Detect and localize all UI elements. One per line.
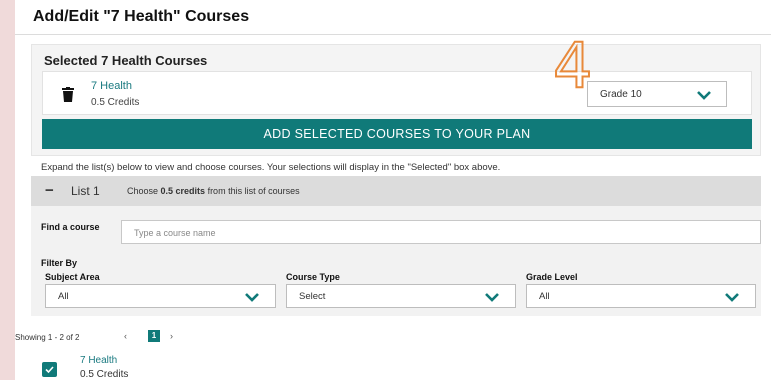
subject-area-label: Subject Area — [45, 272, 100, 282]
result-course-credits: 0.5 Credits — [80, 369, 129, 380]
prev-page-button[interactable]: ‹ — [124, 331, 127, 341]
showing-count: Showing 1 - 2 of 2 — [15, 333, 80, 342]
filter-by-label: Filter By — [41, 258, 78, 268]
find-course-input[interactable]: Type a course name — [121, 220, 761, 244]
course-list-panel: − List 1 Choose 0.5 credits from this li… — [31, 176, 761, 316]
subject-area-select[interactable]: All — [45, 284, 276, 308]
page-title: Add/Edit "7 Health" Courses — [33, 8, 250, 25]
chevron-down-icon — [485, 293, 499, 302]
grade-level-value: All — [539, 291, 550, 302]
list-header[interactable]: − List 1 Choose 0.5 credits from this li… — [31, 176, 761, 206]
collapse-icon[interactable]: − — [45, 182, 54, 199]
course-type-value: Select — [299, 291, 326, 302]
title-divider — [15, 34, 771, 35]
page-frame: Add/Edit "7 Health" Courses Selected 7 H… — [15, 0, 771, 380]
result-course-name[interactable]: 7 Health — [80, 355, 117, 366]
selected-courses-title: Selected 7 Health Courses — [44, 53, 208, 68]
course-type-select[interactable]: Select — [286, 284, 516, 308]
find-course-label: Find a course — [41, 222, 100, 232]
chevron-down-icon — [697, 91, 711, 100]
course-type-label: Course Type — [286, 272, 340, 282]
grade-select[interactable]: Grade 10 — [587, 81, 727, 107]
grade-level-select[interactable]: All — [526, 284, 756, 308]
trash-icon[interactable] — [61, 87, 75, 103]
instructions-text: Expand the list(s) below to view and cho… — [41, 162, 501, 173]
course-checkbox[interactable] — [42, 362, 57, 377]
find-course-placeholder: Type a course name — [134, 228, 216, 238]
chevron-down-icon — [245, 293, 259, 302]
grade-level-label: Grade Level — [526, 272, 578, 282]
selected-course-name[interactable]: 7 Health — [91, 80, 132, 92]
selected-courses-box: Selected 7 Health Courses 7 Health 0.5 C… — [31, 34, 761, 156]
chevron-down-icon — [725, 293, 739, 302]
annotation-number: 4 — [552, 29, 593, 102]
list-label: List 1 — [71, 184, 100, 198]
grade-select-value: Grade 10 — [600, 89, 642, 100]
next-page-button[interactable]: › — [170, 331, 173, 341]
selected-course-card: 7 Health 0.5 Credits Grade 10 — [42, 71, 752, 115]
subject-area-value: All — [58, 291, 69, 302]
selected-course-credits: 0.5 Credits — [91, 97, 140, 108]
list-instructions: Choose 0.5 credits from this list of cou… — [127, 186, 300, 196]
add-selected-courses-button[interactable]: ADD SELECTED COURSES TO YOUR PLAN — [42, 119, 752, 149]
checkmark-icon — [45, 366, 54, 374]
page-1-button[interactable]: 1 — [148, 330, 160, 342]
